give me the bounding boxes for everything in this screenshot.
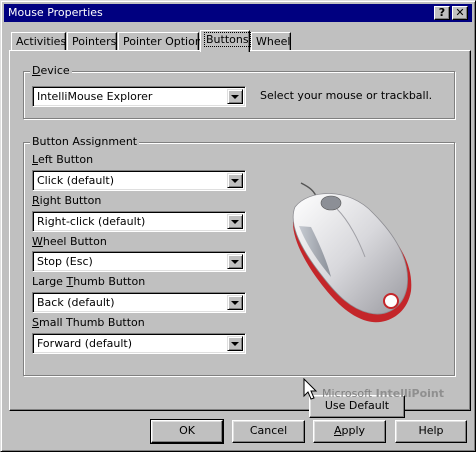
close-button[interactable]: ✕ <box>452 6 468 20</box>
chevron-down-icon[interactable] <box>227 295 243 310</box>
wheel-button-label: Wheel Button <box>32 235 107 248</box>
chevron-down-icon[interactable] <box>227 336 243 351</box>
intellipoint-brand: Microsoft IntelliPoint <box>322 387 444 400</box>
chevron-down-icon[interactable] <box>227 173 243 188</box>
right-button-value: Right-click (default) <box>37 215 146 228</box>
device-select[interactable]: IntelliMouse Explorer <box>32 86 246 107</box>
right-button-label: Right Button <box>32 194 102 207</box>
mouse-logo <box>383 293 399 309</box>
chevron-down-icon[interactable] <box>227 254 243 269</box>
tab-buttons[interactable]: Buttons <box>200 30 251 52</box>
help-title-button[interactable]: ? <box>434 6 450 20</box>
device-hint: Select your mouse or trackball. <box>260 89 433 102</box>
device-value: IntelliMouse Explorer <box>37 90 153 103</box>
large-thumb-value: Back (default) <box>37 296 115 309</box>
mouse-properties-window: Mouse Properties ? ✕ Activities Pointers… <box>0 0 476 452</box>
cancel-button[interactable]: Cancel <box>232 420 305 443</box>
ok-button[interactable]: OK <box>150 419 224 444</box>
mouse-illustration <box>292 182 412 323</box>
device-group-label: Device <box>30 64 72 77</box>
mouse-cursor-icon <box>303 378 318 400</box>
window-title: Mouse Properties <box>8 6 103 19</box>
tab-wheel[interactable]: Wheel <box>251 32 291 51</box>
tab-activities[interactable]: Activities <box>11 32 66 51</box>
large-thumb-select[interactable]: Back (default) <box>32 292 246 313</box>
left-button-label: Left Button <box>32 153 94 166</box>
tab-panel: Device IntelliMouse Explorer Select your… <box>9 50 471 418</box>
chevron-down-icon[interactable] <box>227 89 243 104</box>
button-assignment-group: Button Assignment Left Button Click (def… <box>23 135 455 418</box>
small-thumb-label: Small Thumb Button <box>32 316 145 329</box>
left-button-select[interactable]: Click (default) <box>32 170 246 191</box>
large-thumb-label: Large Thumb Button <box>32 275 146 288</box>
left-button-value: Click (default) <box>37 174 114 187</box>
help-button[interactable]: Help <box>395 420 467 443</box>
tab-pointer-options[interactable]: Pointer Options <box>118 32 208 51</box>
tab-pointers[interactable]: Pointers <box>67 32 117 51</box>
wheel-button-value: Stop (Esc) <box>37 255 93 268</box>
wheel-button-select[interactable]: Stop (Esc) <box>32 251 246 272</box>
right-button-select[interactable]: Right-click (default) <box>32 211 246 232</box>
button-assignment-label: Button Assignment <box>30 135 140 148</box>
chevron-down-icon[interactable] <box>227 214 243 229</box>
apply-button[interactable]: Apply <box>313 420 386 443</box>
mouse-wheel <box>320 195 342 211</box>
small-thumb-value: Forward (default) <box>37 337 133 350</box>
small-thumb-select[interactable]: Forward (default) <box>32 333 246 354</box>
device-group: Device IntelliMouse Explorer Select your… <box>23 64 455 119</box>
title-bar: Mouse Properties ? ✕ <box>4 4 472 22</box>
